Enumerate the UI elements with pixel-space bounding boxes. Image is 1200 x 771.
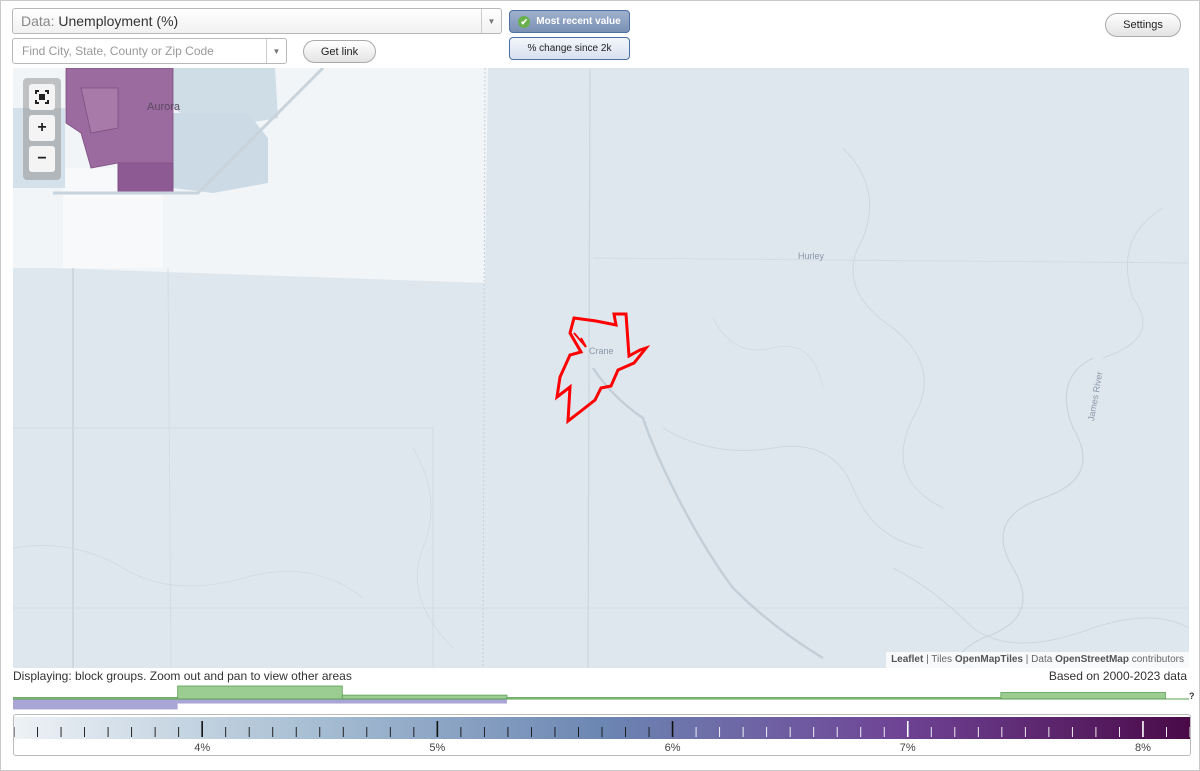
attribution-tiles-prefix: Tiles: [931, 654, 953, 665]
data-value: Unemployment (%): [58, 13, 179, 29]
legend-help-icon[interactable]: ?: [1189, 691, 1195, 701]
stream-5: [892, 567, 1189, 644]
map-canvas[interactable]: [13, 68, 1189, 668]
histogram-bar: [177, 685, 343, 700]
stream-4: [13, 545, 364, 599]
legend-tick-label: 6%: [665, 742, 681, 754]
histogram-bar: [341, 694, 508, 700]
stream-6: [712, 317, 824, 389]
app-frame: Data: Unemployment (%) ▼ ▼ Get link ✔ Mo…: [0, 0, 1200, 771]
fullscreen-icon[interactable]: [29, 84, 55, 110]
color-legend[interactable]: 4% 5% 6% 7% 8%: [13, 714, 1191, 756]
road-north-south: [587, 68, 591, 668]
search-input[interactable]: [13, 39, 268, 63]
legend-tick-label: 7%: [900, 742, 916, 754]
attribution-data-link[interactable]: OpenStreetMap: [1055, 654, 1129, 665]
data-selector-text: Data: Unemployment (%): [21, 13, 178, 29]
fullscreen-svg: [35, 90, 49, 104]
histogram-selected-bar: [13, 699, 178, 710]
attribution-leaflet-link[interactable]: Leaflet: [891, 654, 923, 665]
most-recent-value-button[interactable]: ✔ Most recent value: [509, 10, 630, 33]
highway-crane: [592, 367, 824, 660]
block-group-high-2: [117, 162, 174, 194]
legend-tick-label: 8%: [1135, 742, 1151, 754]
road-hurley: [592, 257, 1189, 264]
display-status-text: Displaying: block groups. Zoom out and p…: [13, 669, 352, 683]
zoom-out-button[interactable]: −: [29, 146, 55, 172]
data-prefix: Data:: [21, 13, 55, 29]
road-section: [13, 427, 434, 668]
map[interactable]: Aurora Hurley Crane James River + − Leaf…: [13, 68, 1189, 668]
check-icon: ✔: [518, 15, 531, 28]
attribution-suffix: contributors: [1131, 654, 1184, 665]
legend-tick-label: 5%: [429, 742, 445, 754]
zoom-in-button[interactable]: +: [29, 115, 55, 141]
stream-1: [1102, 207, 1164, 359]
map-label-crane: Crane: [589, 346, 614, 356]
percent-change-button[interactable]: % change since 2k: [509, 37, 630, 60]
block-group-light-3: [171, 113, 268, 193]
map-attribution: Leaflet | Tiles OpenMapTiles | Data Open…: [886, 652, 1189, 668]
histogram-bar: [1000, 692, 1166, 700]
zoom-control-panel: + −: [23, 78, 61, 180]
location-search[interactable]: ▼: [12, 38, 287, 64]
stream-2: [842, 147, 944, 509]
get-link-button[interactable]: Get link: [303, 40, 376, 63]
attribution-tiles-link[interactable]: OpenMapTiles: [955, 654, 1023, 665]
histogram-selected-bar: [177, 699, 507, 704]
james-river: [959, 357, 1094, 668]
search-dropdown-icon[interactable]: ▼: [266, 39, 286, 63]
map-label-hurley: Hurley: [798, 251, 825, 261]
legend-scale: 4% 5% 6% 7% 8%: [13, 717, 1191, 754]
stream-3: [662, 427, 924, 549]
data-range-text: Based on 2000-2023 data: [1048, 669, 1187, 683]
attribution-data-prefix: Data: [1031, 654, 1053, 665]
settings-button[interactable]: Settings: [1105, 13, 1181, 37]
most-recent-label: Most recent value: [536, 16, 621, 27]
map-label-aurora: Aurora: [147, 101, 181, 113]
data-selector[interactable]: Data: Unemployment (%) ▼: [12, 8, 502, 34]
chevron-down-icon[interactable]: ▼: [481, 9, 501, 33]
crane-highlight-outline: [554, 312, 651, 425]
legend-tick-label: 4%: [194, 742, 210, 754]
value-histogram: [13, 685, 1189, 710]
